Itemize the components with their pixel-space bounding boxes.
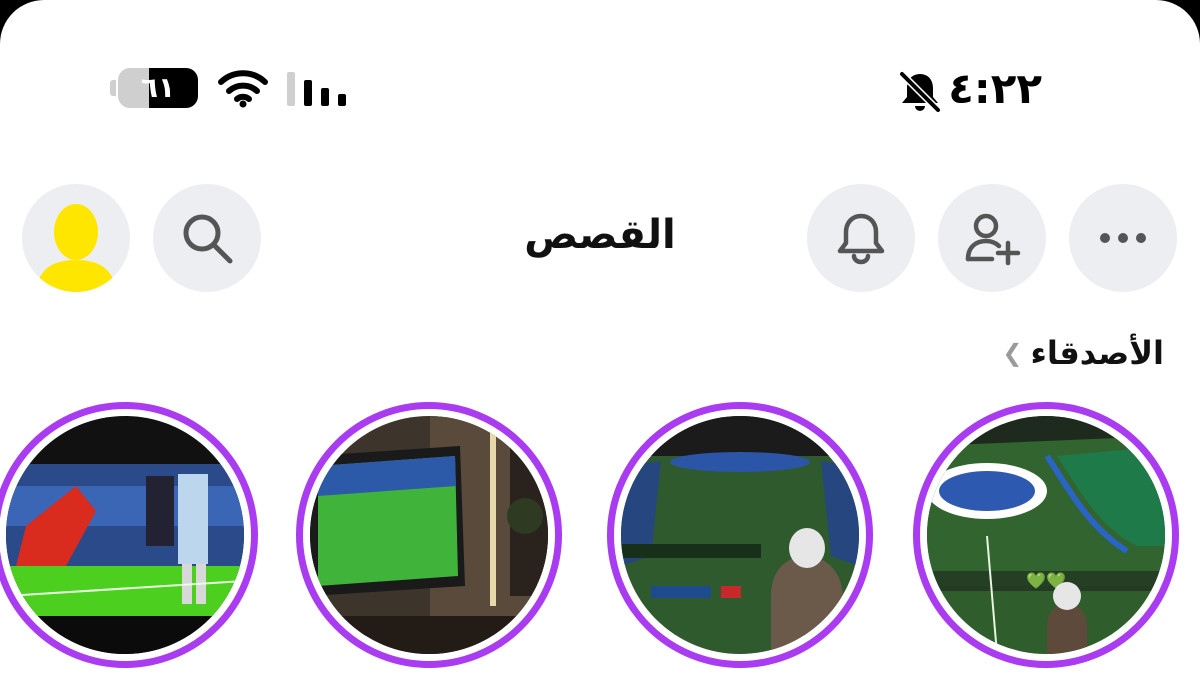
- app-screen: ٦١ ٤:٢٢ القصص الأصدقاء ❯ 💚💚: [0, 0, 1200, 700]
- wifi-icon: [218, 70, 268, 108]
- story-thumbnail: [6, 416, 244, 654]
- story-thumbnail: [310, 416, 548, 654]
- cellular-signal-icon: [287, 72, 346, 106]
- silent-mode-icon: [899, 71, 941, 112]
- battery-level: ٦١: [140, 71, 176, 104]
- story-item[interactable]: [0, 402, 258, 668]
- page-title: القصص: [524, 212, 676, 258]
- story-thumbnail: [621, 416, 859, 654]
- friends-section-label: الأصدقاء: [1030, 334, 1164, 372]
- story-thumbnail: 💚💚: [927, 416, 1165, 654]
- battery-indicator: ٦١: [110, 68, 198, 108]
- friends-section-header[interactable]: الأصدقاء ❯: [1002, 334, 1164, 372]
- status-time: ٤:٢٢: [948, 64, 1042, 113]
- story-item[interactable]: [296, 402, 562, 668]
- add-friend-icon: [965, 213, 1021, 266]
- search-icon: [183, 214, 233, 264]
- more-options-button[interactable]: [1069, 184, 1177, 292]
- profile-avatar-button[interactable]: [22, 184, 130, 292]
- add-friend-button[interactable]: [938, 184, 1046, 292]
- chevron-right-icon: ❯: [1002, 339, 1023, 367]
- bell-icon: [837, 213, 885, 265]
- notifications-button[interactable]: [807, 184, 915, 292]
- story-item[interactable]: [607, 402, 873, 668]
- search-button[interactable]: [153, 184, 261, 292]
- more-icon: [1100, 233, 1146, 243]
- avatar-icon: [36, 204, 116, 292]
- story-item[interactable]: 💚💚: [913, 402, 1179, 668]
